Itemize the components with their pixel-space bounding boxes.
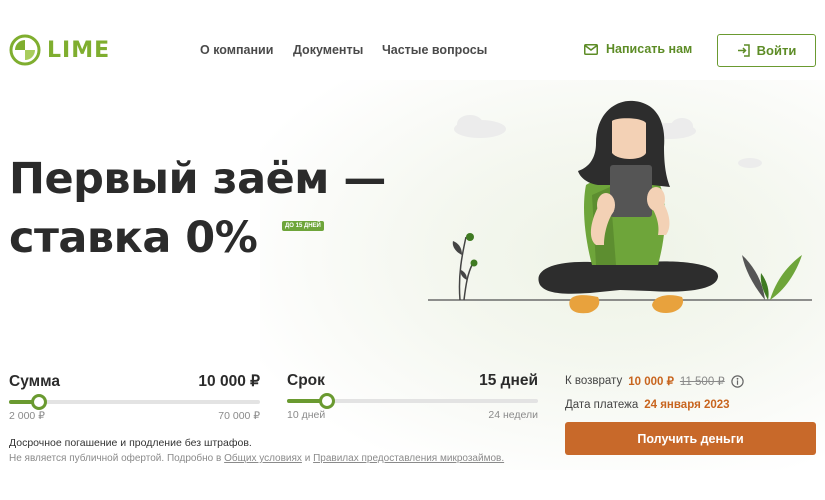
sum-track[interactable] — [9, 394, 260, 410]
logo[interactable]: LIME — [9, 34, 110, 66]
girl-with-tablet-illustration — [428, 100, 812, 314]
hero-title: Первый заём — ставка 0% — [9, 150, 386, 268]
payment-date-label: Дата платежа — [565, 399, 639, 411]
nav-item-about[interactable]: О компании — [200, 43, 273, 57]
logo-text: LIME — [47, 37, 111, 63]
repay-label: К возврату — [565, 375, 623, 387]
sum-label: Сумма — [9, 373, 60, 390]
term-label: Срок — [287, 372, 325, 389]
offer-disclaimer: Не является публичной офертой. Подробно … — [9, 453, 504, 464]
disclaimer-text: Не является публичной офертой. Подробно … — [9, 453, 222, 464]
login-button[interactable]: Войти — [717, 34, 816, 67]
loan-summary: К возврату 10 000 ₽ 11 500 ₽ Дата платеж… — [565, 373, 744, 413]
promo-badge: ДО 15 ДНЕЙ — [282, 221, 324, 231]
lime-logo-icon — [9, 34, 41, 66]
term-min: 10 дней — [287, 409, 326, 421]
term-slider-handle[interactable] — [319, 393, 336, 409]
disclaimer-and: и — [304, 453, 311, 464]
nav-item-documents[interactable]: Документы — [293, 43, 363, 57]
login-icon — [737, 44, 750, 57]
general-terms-link[interactable]: Общих условиях — [224, 453, 302, 464]
term-slider: Срок 15 дней 10 дней 24 недели — [287, 372, 538, 421]
sum-slider-handle[interactable] — [31, 394, 48, 410]
get-money-button[interactable]: Получить деньги — [565, 422, 816, 455]
repay-value: 10 000 ₽ — [628, 376, 674, 388]
login-label: Войти — [756, 43, 797, 58]
term-value: 15 дней — [479, 372, 538, 389]
sum-max: 70 000 ₽ — [218, 410, 260, 422]
term-max: 24 недели — [488, 409, 538, 421]
nav-item-faq[interactable]: Частые вопросы — [382, 43, 487, 57]
write-us-label: Написать нам — [606, 42, 693, 56]
hero-title-line2: ставка 0% — [9, 213, 258, 263]
write-us-link[interactable]: Написать нам — [584, 42, 692, 56]
info-icon[interactable] — [731, 374, 744, 388]
term-track[interactable] — [287, 393, 538, 409]
repay-old-value: 11 500 ₽ — [679, 376, 725, 388]
sum-slider: Сумма 10 000 ₽ 2 000 ₽ 70 000 ₽ — [9, 372, 260, 422]
early-repayment-note: Досрочное погашение и продление без штра… — [9, 437, 252, 449]
mail-icon — [584, 43, 598, 55]
sum-min: 2 000 ₽ — [9, 410, 45, 422]
hero-title-line1: Первый заём — — [9, 154, 386, 204]
payment-date-value: 24 января 2023 — [644, 399, 730, 411]
microloan-rules-link[interactable]: Правилах предоставления микрозаймов. — [313, 453, 504, 464]
sum-value: 10 000 ₽ — [198, 373, 260, 390]
